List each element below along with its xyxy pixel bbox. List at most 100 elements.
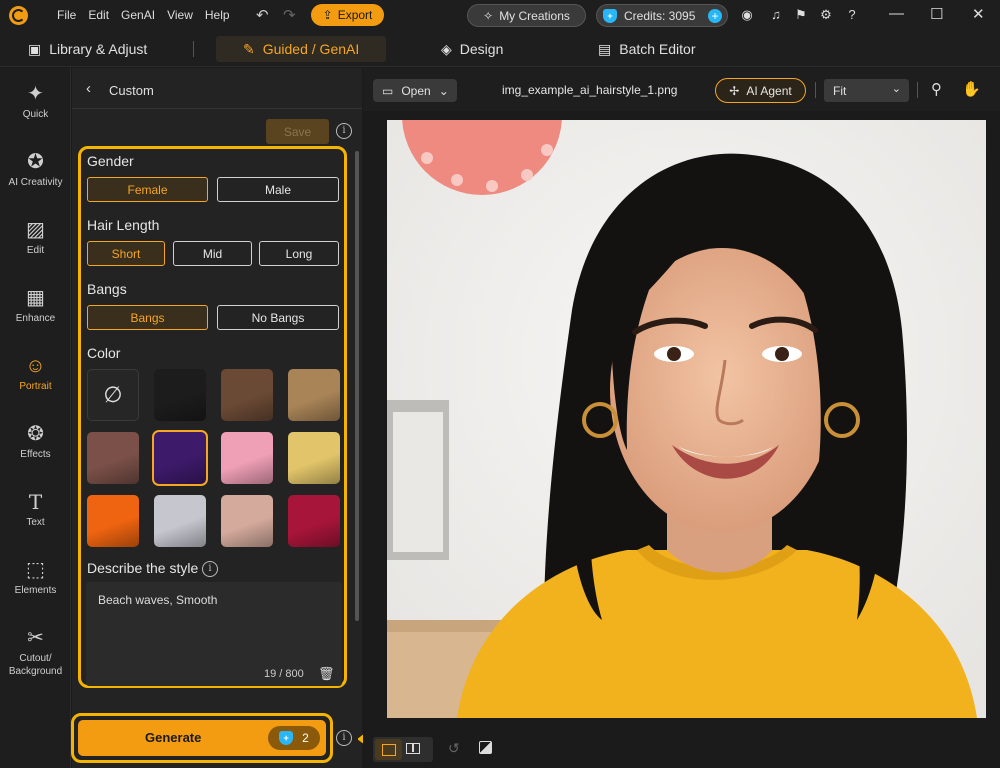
minimize-icon[interactable]: — bbox=[889, 5, 904, 22]
sidebar-item-label-line2: Background bbox=[8, 666, 63, 677]
sidebar-item-enhance[interactable]: ▦ Enhance bbox=[0, 287, 71, 325]
style-description-textarea[interactable]: Beach waves, Smooth 19 / 800 🗑 bbox=[86, 582, 342, 686]
hair-color-swatch[interactable] bbox=[152, 430, 208, 486]
ai-agent-button[interactable]: ✢ AI Agent bbox=[715, 78, 806, 103]
credits-label: Credits: 3095 bbox=[624, 8, 696, 23]
tab-batch-editor[interactable]: ▤ Batch Editor bbox=[598, 36, 696, 62]
hair-color-swatch[interactable] bbox=[154, 369, 206, 421]
sidebar-item-cutout-background[interactable]: ✂ Cutout/ Background bbox=[0, 627, 71, 678]
portrait-icon: ☺ bbox=[25, 355, 46, 377]
layers-icon: ◈ bbox=[441, 40, 452, 57]
menu-file[interactable]: File bbox=[57, 8, 76, 22]
hair-length-label: Hair Length bbox=[87, 217, 160, 233]
sidebar-item-text[interactable]: T Text bbox=[0, 491, 71, 529]
sidebar-item-elements[interactable]: ⬚ Elements bbox=[0, 559, 71, 597]
sidebar-item-label: Cutout/ bbox=[19, 653, 52, 664]
tab-design[interactable]: ◈ Design bbox=[441, 36, 503, 62]
settings-gear-icon[interactable]: ⚙ bbox=[818, 7, 834, 23]
open-label: Open bbox=[401, 83, 431, 98]
gender-male-button[interactable]: Male bbox=[217, 177, 339, 202]
gender-female-button[interactable]: Female bbox=[87, 177, 208, 202]
hair-color-swatch[interactable] bbox=[288, 432, 340, 484]
undo-icon[interactable]: ↶ bbox=[256, 6, 269, 24]
single-view-icon[interactable] bbox=[375, 739, 402, 760]
info-icon[interactable]: i bbox=[336, 123, 352, 139]
sidebar-item-label: Portrait bbox=[19, 381, 52, 392]
hair-color-swatch[interactable] bbox=[221, 495, 273, 547]
back-chevron-icon[interactable]: ‹ bbox=[86, 80, 91, 97]
trash-icon[interactable]: 🗑 bbox=[318, 666, 335, 682]
hand-pan-icon[interactable]: ✋ bbox=[962, 80, 981, 98]
divider bbox=[815, 82, 816, 98]
menu-view[interactable]: View bbox=[167, 8, 193, 22]
tab-guided-genai[interactable]: ✎ Guided / GenAI bbox=[216, 36, 387, 62]
tab-design-label: Design bbox=[459, 41, 504, 57]
no-bangs-button[interactable]: No Bangs bbox=[217, 305, 339, 330]
canvas-bottom-bar: ↺ bbox=[363, 734, 1000, 768]
credit-shield-icon: + bbox=[279, 731, 294, 745]
split-view-icon[interactable] bbox=[406, 743, 420, 754]
menu-help[interactable]: Help bbox=[205, 8, 230, 22]
history-icon[interactable]: ↺ bbox=[448, 740, 460, 757]
color-label: Color bbox=[87, 345, 121, 361]
close-icon[interactable]: ✕ bbox=[972, 5, 985, 23]
no-color-swatch[interactable]: ∅ bbox=[87, 369, 139, 421]
tab-batch-label: Batch Editor bbox=[619, 41, 696, 57]
hair-length-long-button[interactable]: Long bbox=[259, 241, 339, 266]
my-creations-button[interactable]: ✧ My Creations bbox=[467, 4, 586, 27]
maximize-icon[interactable]: ☐ bbox=[930, 5, 943, 23]
notification-bell-icon[interactable]: ♫ bbox=[768, 7, 784, 23]
save-button[interactable]: Save bbox=[266, 119, 329, 144]
hair-color-swatch[interactable] bbox=[154, 495, 206, 547]
menu-edit[interactable]: Edit bbox=[88, 8, 109, 22]
panel-scrollbar[interactable] bbox=[355, 151, 359, 621]
sidebar-item-ai-creativity[interactable]: ✪ AI Creativity bbox=[0, 151, 71, 189]
tools-sidebar: ✦ Quick ✪ AI Creativity ▨ Edit ▦ Enhance… bbox=[0, 68, 71, 768]
effects-icon: ❂ bbox=[27, 423, 44, 445]
search-zoom-icon[interactable]: ⚲ bbox=[931, 80, 942, 98]
hair-color-swatch[interactable] bbox=[221, 369, 273, 421]
add-credits-icon[interactable]: + bbox=[708, 8, 722, 23]
credits-badge[interactable]: + Credits: 3095 + bbox=[596, 4, 728, 27]
bangs-button[interactable]: Bangs bbox=[87, 305, 208, 330]
hair-color-swatch[interactable] bbox=[87, 495, 139, 547]
describe-style-label: Describe the style bbox=[87, 560, 199, 576]
sidebar-item-effects[interactable]: ❂ Effects bbox=[0, 423, 71, 461]
help-icon[interactable]: ? bbox=[844, 7, 860, 23]
tab-guided-label: Guided / GenAI bbox=[262, 41, 360, 57]
cutout-icon: ✂ bbox=[27, 627, 44, 649]
chevron-down-icon: ⌄ bbox=[438, 83, 449, 98]
hair-color-swatch[interactable] bbox=[288, 369, 340, 421]
sidebar-item-portrait[interactable]: ☺ Portrait bbox=[0, 355, 71, 393]
sidebar-item-edit[interactable]: ▨ Edit bbox=[0, 219, 71, 257]
hair-length-short-button[interactable]: Short bbox=[87, 241, 165, 266]
compare-icon[interactable] bbox=[479, 741, 492, 754]
generate-info-icon[interactable]: i bbox=[336, 730, 352, 746]
sidebar-item-quick[interactable]: ✦ Quick bbox=[0, 83, 71, 121]
text-icon: T bbox=[28, 490, 43, 514]
sidebar-item-label: Edit bbox=[26, 245, 45, 256]
elements-icon: ⬚ bbox=[26, 559, 45, 581]
magic-wand-icon: ✦ bbox=[27, 83, 44, 105]
app-logo-icon bbox=[9, 6, 28, 25]
zoom-value: Fit bbox=[833, 83, 847, 98]
library-icon: ▣ bbox=[28, 40, 42, 57]
ai-sparkle-icon: ✢ bbox=[729, 83, 740, 98]
export-button[interactable]: ⇪ Export bbox=[311, 4, 384, 26]
hair-color-swatch[interactable] bbox=[87, 432, 139, 484]
describe-info-icon[interactable]: i bbox=[202, 561, 218, 577]
panel-header: ‹ Custom bbox=[72, 68, 362, 109]
hair-color-swatch[interactable] bbox=[221, 432, 273, 484]
menu-genai[interactable]: GenAI bbox=[121, 8, 155, 22]
account-icon[interactable]: ◉ bbox=[739, 7, 755, 23]
redo-icon[interactable]: ↷ bbox=[283, 6, 296, 24]
feedback-icon[interactable]: ⚑ bbox=[793, 7, 809, 23]
generate-button[interactable]: Generate + 2 bbox=[78, 720, 326, 756]
zoom-select[interactable]: Fit ⌄ bbox=[824, 79, 909, 102]
menu-bar: File Edit GenAI View Help bbox=[57, 8, 242, 22]
hair-length-mid-button[interactable]: Mid bbox=[173, 241, 252, 266]
open-button[interactable]: ▭ Open ⌄ bbox=[373, 79, 457, 102]
credit-cost-value: 2 bbox=[302, 731, 309, 745]
tab-library-adjust[interactable]: ▣ Library & Adjust bbox=[28, 36, 147, 62]
hair-color-swatch[interactable] bbox=[288, 495, 340, 547]
